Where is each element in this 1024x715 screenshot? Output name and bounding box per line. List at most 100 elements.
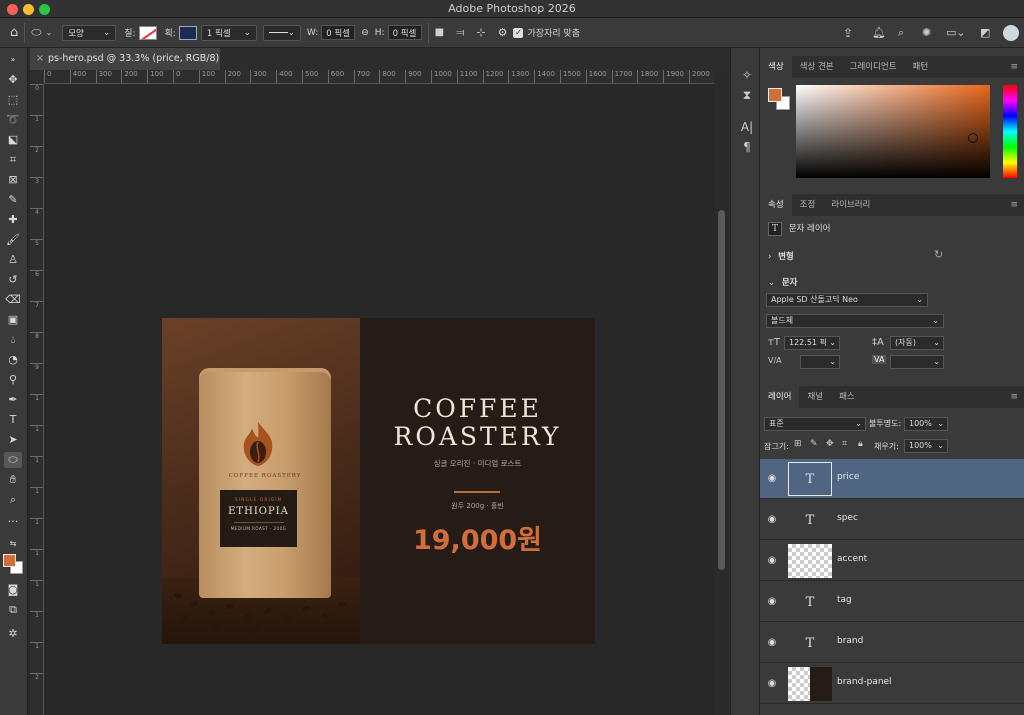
vertical-ruler[interactable]: 0 1 2 3 4 5 6 7 8 9 1 1 1 1 1 1 1 1 1 2	[30, 84, 44, 715]
gear-icon[interactable]: ⚙	[498, 24, 508, 42]
visibility-eye-icon[interactable]: ◉	[766, 596, 778, 607]
blur-tool-icon[interactable]: 💧︎	[4, 332, 22, 348]
tab-libraries[interactable]: 라이브러리	[823, 194, 878, 216]
tab-color[interactable]: 색상	[760, 56, 792, 78]
history-icon[interactable]: ⧗	[739, 88, 755, 104]
path-operations-icon[interactable]: ■	[435, 24, 444, 42]
clone-stamp-tool-icon[interactable]: ♙	[4, 252, 22, 268]
workspace-icon[interactable]: ▭⌄	[946, 24, 966, 42]
lasso-tool-icon[interactable]: ➰	[4, 112, 22, 128]
panel-menu-icon[interactable]: ≡	[1010, 200, 1018, 210]
brush-tool-icon[interactable]: 🖌︎	[4, 232, 22, 248]
history-brush-tool-icon[interactable]: ↺	[4, 272, 22, 288]
swap-colors-icon[interactable]: ⇆	[4, 536, 22, 552]
layer-row-tag[interactable]: ◉ T tag	[760, 582, 1024, 622]
text-section-header[interactable]: ⌄ 문자	[768, 276, 797, 288]
tab-gradients[interactable]: 그레이디언트	[842, 56, 905, 78]
eyedropper-tool-icon[interactable]: ✎	[4, 192, 22, 208]
tab-properties[interactable]: 속성	[760, 194, 792, 216]
layer-row-price[interactable]: ◉ T price	[760, 459, 1024, 499]
pen-tool-icon[interactable]: ✒	[4, 392, 22, 408]
layer-row-brand-panel[interactable]: ◉ brand-panel	[760, 664, 1024, 704]
artwork-canvas[interactable]: COFFEE ROASTERY SINGLE ORIGIN ETHIOPIA M…	[162, 318, 595, 644]
width-input[interactable]: 0 픽셀	[321, 25, 356, 40]
font-style-dropdown[interactable]: 볼드체 ⌄	[766, 314, 944, 328]
hand-tool-icon[interactable]: ✋︎	[4, 472, 22, 488]
discover-icon[interactable]: ✧	[739, 68, 755, 84]
ruler-origin[interactable]	[30, 70, 44, 84]
marquee-tool-icon[interactable]: ⬚	[4, 92, 22, 108]
tracking-dropdown[interactable]: ⌄	[800, 355, 840, 369]
path-arrangement-icon[interactable]: ⊹	[476, 24, 485, 42]
foreground-color-swatch[interactable]	[3, 554, 16, 567]
lock-all-icon[interactable]: 🔒︎	[858, 439, 863, 449]
lock-artboard-icon[interactable]: ⌗	[842, 439, 847, 449]
share-icon[interactable]: ⇪	[843, 24, 853, 42]
tab-paths[interactable]: 패스	[831, 386, 863, 408]
leading-dropdown[interactable]: (자동) ⌄	[890, 336, 944, 350]
chevron-down-icon[interactable]: ⌄	[46, 24, 53, 42]
visibility-eye-icon[interactable]: ◉	[766, 678, 778, 689]
avatar[interactable]	[1003, 24, 1019, 41]
tab-patterns[interactable]: 패턴	[905, 56, 937, 78]
fill-input[interactable]: 100% ⌄	[904, 439, 948, 453]
collapse-panel-icon[interactable]: »	[4, 52, 22, 68]
bell-icon[interactable]: 🔔︎	[872, 24, 886, 42]
fill-swatch[interactable]	[138, 25, 157, 40]
shape-mode-dropdown[interactable]: 모양 ⌄	[62, 24, 117, 41]
horizontal-ruler[interactable]: 0 400 300 200 100 0 100 200 300 400 500 600 700 800 90…	[44, 70, 714, 84]
lock-transparent-icon[interactable]: ⊞	[794, 439, 802, 449]
lock-image-icon[interactable]: ✎	[810, 439, 818, 449]
panel-menu-icon[interactable]: ≡	[1010, 62, 1018, 72]
visibility-eye-icon[interactable]: ◉	[766, 473, 778, 484]
path-alignment-icon[interactable]: ⫤	[456, 24, 464, 42]
ellipse-tool-icon[interactable]: ⬭	[4, 452, 22, 468]
search-icon[interactable]: ⌕	[898, 24, 904, 42]
font-family-dropdown[interactable]: Apple SD 산돌고딕 Neo ⌄	[766, 293, 928, 307]
panel-foreground-swatch[interactable]	[768, 88, 782, 102]
cloud-docs-icon[interactable]: ◩	[980, 24, 990, 42]
crop-tool-icon[interactable]: ⌗	[4, 152, 22, 168]
visibility-eye-icon[interactable]: ◉	[766, 637, 778, 648]
tab-adjustments[interactable]: 조정	[792, 194, 824, 216]
type-tool-icon[interactable]: T	[4, 412, 22, 428]
kerning-dropdown[interactable]: ⌄	[890, 355, 944, 369]
quick-mask-icon[interactable]: ◙	[4, 582, 22, 598]
link-icon[interactable]: ⊖	[361, 28, 369, 38]
lock-position-icon[interactable]: ✥	[826, 439, 834, 449]
close-tab-icon[interactable]: ×	[36, 48, 44, 70]
canvas-vertical-scrollbar[interactable]	[714, 70, 730, 715]
move-tool-icon[interactable]: ✥	[4, 72, 22, 88]
dodge-tool-icon[interactable]: ◔	[4, 352, 22, 368]
close-window-button[interactable]	[7, 4, 18, 15]
generative-fill-icon[interactable]: ✲	[4, 626, 22, 642]
align-edges-checkbox[interactable]: ✓	[513, 27, 524, 38]
font-size-dropdown[interactable]: 122.51 픽 ⌄	[784, 336, 840, 350]
lightbulb-icon[interactable]: ✺	[922, 24, 931, 42]
panel-menu-icon[interactable]: ≡	[1010, 392, 1018, 402]
stroke-swatch[interactable]	[178, 25, 197, 40]
minimize-window-button[interactable]	[23, 4, 34, 15]
healing-brush-tool-icon[interactable]: ✚	[4, 212, 22, 228]
object-selection-tool-icon[interactable]: ⬕	[4, 132, 22, 148]
home-icon[interactable]: ⌂	[10, 24, 18, 42]
stroke-width-dropdown[interactable]: 1 픽셀 ⌄	[200, 24, 257, 41]
stroke-type-dropdown[interactable]: ⌄	[262, 24, 301, 41]
transform-section-header[interactable]: › 변형	[768, 250, 794, 262]
screen-mode-icon[interactable]: ⧉	[4, 602, 22, 618]
tab-layers[interactable]: 레이어	[760, 386, 800, 408]
zoom-window-button[interactable]	[39, 4, 50, 15]
reset-icon[interactable]: ↻	[934, 248, 943, 261]
eraser-tool-icon[interactable]: ⌫	[4, 292, 22, 308]
path-selection-tool-icon[interactable]: ➤	[4, 432, 22, 448]
sponge-tool-icon[interactable]: ⚲	[4, 372, 22, 388]
tab-swatches[interactable]: 색상 견본	[792, 56, 842, 78]
opacity-input[interactable]: 100% ⌄	[904, 417, 948, 431]
scrollbar-thumb[interactable]	[718, 210, 725, 570]
character-panel-icon[interactable]: A|	[739, 120, 755, 136]
layer-row-spec[interactable]: ◉ T spec	[760, 500, 1024, 540]
layer-row-accent[interactable]: ◉ accent	[760, 541, 1024, 581]
color-picker-field[interactable]	[796, 85, 990, 178]
blend-mode-dropdown[interactable]: 표준 ⌄	[764, 417, 866, 431]
document-tab[interactable]: × ps-hero.psd @ 33.3% (price, RGB/8)	[30, 48, 220, 70]
